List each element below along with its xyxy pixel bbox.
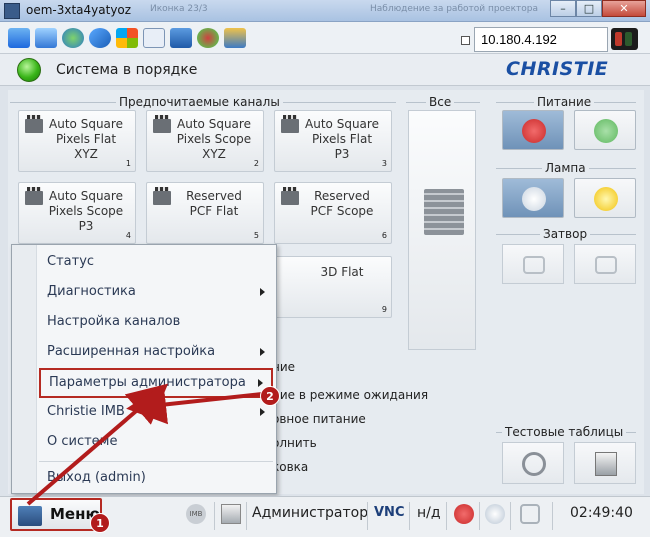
christie-logo: CHRISTIE xyxy=(506,58,609,80)
channel-button-9[interactable]: 3D Flat 9 xyxy=(274,256,392,318)
user-label: Администратор xyxy=(252,505,369,521)
callout-badge-1: 1 xyxy=(90,513,110,533)
test-pattern-button[interactable] xyxy=(574,442,636,484)
projector-icon xyxy=(18,506,42,526)
test-patterns-label: Тестовые таблицы xyxy=(502,425,627,439)
menu-item-status[interactable]: Статус xyxy=(39,249,273,275)
ghost-title: Наблюдение за работой проектора xyxy=(370,4,539,14)
shutter-status-icon[interactable] xyxy=(520,504,540,524)
shutter-close-button[interactable] xyxy=(502,244,564,284)
partial-text: олнить xyxy=(272,436,317,450)
menu-button[interactable]: Меню xyxy=(10,498,102,531)
windows-flag-icon[interactable] xyxy=(116,28,138,48)
channel-button-5[interactable]: Reserved PCF Flat 5 xyxy=(146,182,264,244)
partial-text: ковка xyxy=(272,460,309,474)
power-icon xyxy=(522,119,546,143)
all-channels-button[interactable] xyxy=(408,110,476,350)
callout-badge-2: 2 xyxy=(260,386,280,406)
lamp-off-button[interactable] xyxy=(502,178,564,218)
vnc-button[interactable]: VNC xyxy=(374,505,404,520)
ip-address-field[interactable]: 10.180.4.192 xyxy=(474,27,608,52)
submenu-arrow-icon xyxy=(260,408,265,416)
refresh-icon[interactable] xyxy=(89,28,111,48)
toolbar: 10.180.4.192 xyxy=(0,22,650,54)
minimize-button[interactable]: – xyxy=(550,0,576,17)
window-icon[interactable] xyxy=(35,28,57,48)
abc-icon[interactable] xyxy=(143,28,165,48)
globe-icon[interactable] xyxy=(62,28,84,48)
na-label: н/д xyxy=(417,505,441,521)
menu-item-admin-settings[interactable]: Параметры администратора xyxy=(39,368,273,398)
pattern-icon xyxy=(595,452,617,476)
submenu-arrow-icon xyxy=(260,288,265,296)
power-off-button[interactable] xyxy=(574,110,636,150)
shutter-closed-icon xyxy=(523,256,545,274)
lamp-label: Лампа xyxy=(542,161,589,175)
cad-icon[interactable] xyxy=(8,28,30,48)
lamp-on-button[interactable] xyxy=(574,178,636,218)
bulb-off-icon xyxy=(522,187,546,211)
all-channels-label: Все xyxy=(426,95,455,109)
window-title: oem-3xta4yatyoz xyxy=(26,3,132,17)
settings-icon[interactable] xyxy=(197,28,219,48)
network-icon[interactable] xyxy=(224,28,246,48)
maximize-button[interactable]: □ xyxy=(576,0,602,17)
connection-status-icon xyxy=(611,28,638,50)
app-icon xyxy=(4,3,20,19)
preferred-channels-label: Предпочитаемые каналы xyxy=(116,95,283,109)
test-pattern-off-button[interactable] xyxy=(502,442,564,484)
checkbox-icon[interactable] xyxy=(461,36,470,45)
channel-button-4[interactable]: Auto Square Pixels Scope P3 4 xyxy=(18,182,136,244)
menu-item-diagnostics[interactable]: Диагностика xyxy=(39,279,273,305)
close-button[interactable]: ✕ xyxy=(602,0,646,17)
menu-item-advanced-setup[interactable]: Расширенная настройка xyxy=(39,339,273,365)
pattern-status-icon[interactable] xyxy=(221,504,241,524)
imb-icon[interactable]: IMB xyxy=(186,504,206,524)
partial-text: ние в режиме ожидания xyxy=(272,388,429,402)
channel-button-3[interactable]: Auto Square Pixels Flat P3 3 xyxy=(274,110,392,172)
channel-button-2[interactable]: Auto Square Pixels Scope XYZ 2 xyxy=(146,110,264,172)
submenu-arrow-icon xyxy=(258,379,263,387)
menu-item-christie-imb[interactable]: Christie IMB xyxy=(39,399,273,425)
submenu-arrow-icon xyxy=(260,348,265,356)
channel-button-1[interactable]: Auto Square Pixels Flat XYZ 1 xyxy=(18,110,136,172)
bulb-on-icon xyxy=(594,187,618,211)
menu-item-channel-setup[interactable]: Настройка каналов xyxy=(39,309,273,335)
partial-text: овное питание xyxy=(272,412,366,426)
ghost-title: Иконка 23/3 xyxy=(150,4,208,14)
status-led-icon xyxy=(17,58,41,82)
no-pattern-icon xyxy=(522,452,546,476)
clock: 02:49:40 xyxy=(570,505,633,521)
power-on-button[interactable] xyxy=(502,110,564,150)
shutter-open-button[interactable] xyxy=(574,244,636,284)
power-status-icon[interactable] xyxy=(454,504,474,524)
power-icon xyxy=(594,119,618,143)
title-bar: oem-3xta4yatyoz Иконка 23/3 Наблюдение з… xyxy=(0,0,650,22)
shutter-open-icon xyxy=(595,256,617,274)
info-icon[interactable] xyxy=(170,28,192,48)
channels-stack-icon xyxy=(424,189,464,235)
menu-item-about[interactable]: О системе xyxy=(39,429,273,455)
shutter-label: Затвор xyxy=(540,227,591,241)
power-label: Питание xyxy=(534,95,595,109)
status-text: Система в порядке xyxy=(56,62,198,78)
lamp-status-icon[interactable] xyxy=(485,504,505,524)
main-menu-popup: Статус Диагностика Настройка каналов Рас… xyxy=(11,244,277,494)
menu-item-logout[interactable]: Выход (admin) xyxy=(39,465,273,491)
channel-button-6[interactable]: Reserved PCF Scope 6 xyxy=(274,182,392,244)
